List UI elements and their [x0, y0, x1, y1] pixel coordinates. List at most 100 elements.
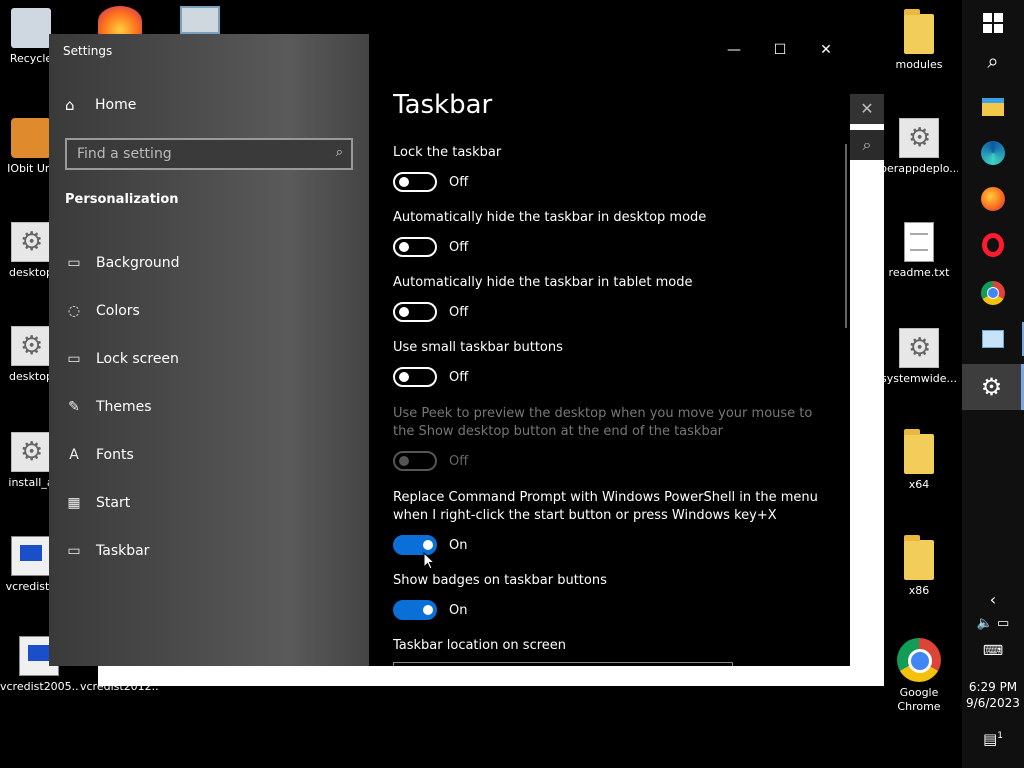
control-panel-icon [982, 330, 1004, 348]
taskbar-firefox[interactable] [962, 176, 1024, 222]
desktop-icon-perappdeploy[interactable]: perappdeplo... [880, 118, 958, 176]
section-heading: Personalization [65, 192, 179, 207]
edge-icon [981, 141, 1005, 165]
desktop-icon-x86[interactable]: x86 [880, 535, 958, 598]
taskbar-control-panel[interactable] [962, 316, 1024, 362]
taskbar-opera[interactable] [962, 222, 1024, 268]
search-icon: ⌕ [987, 49, 999, 73]
show-hidden-icons[interactable]: ‹ [962, 590, 1024, 609]
taskbar-file-explorer[interactable] [962, 84, 1024, 130]
gear-icon: ⚙ [980, 373, 1003, 401]
sidebar-item-label: Lock screen [96, 351, 179, 367]
desktop-icon-google-chrome[interactable]: Google Chrome [880, 638, 958, 714]
taskbar-settings[interactable]: ⚙ [962, 364, 1024, 410]
toggle-state: Off [449, 174, 469, 190]
toggle-peek: Off [393, 451, 468, 471]
toggle-lock-taskbar[interactable]: Off [393, 172, 468, 192]
computer-desktop-icon[interactable] [180, 6, 220, 34]
folder-icon [982, 98, 1004, 116]
toggle-switch[interactable] [393, 600, 437, 620]
firefox-icon [981, 187, 1005, 211]
taskbar: ⌕ ⚙ ‹ 🔈 ▭ ⌨ 6:29 PM 9/6/2023 ▤1 [962, 0, 1024, 768]
sidebar-item-label: Start [96, 495, 131, 511]
sidebar-item-themes[interactable]: ✎ Themes [65, 383, 345, 431]
desktop-icon-label: Google Chrome [897, 686, 941, 713]
scrollbar[interactable] [845, 144, 847, 328]
toggle-switch[interactable] [393, 172, 437, 192]
option-label: Use Peek to preview the desktop when you… [393, 406, 813, 439]
sidebar-item-background[interactable]: ▭ Background [65, 239, 345, 287]
text-file-icon [904, 222, 934, 262]
mouse-cursor-icon [423, 552, 435, 570]
sidebar-item-start[interactable]: ▦ Start [65, 479, 345, 527]
desktop-icon-label: systemwide... [880, 372, 958, 385]
page-title: Taskbar [393, 90, 493, 120]
gear-file-icon [899, 328, 939, 368]
toggle-switch[interactable] [393, 302, 437, 322]
toggle-autohide-tablet[interactable]: Off [393, 302, 468, 322]
desktop-icon-label: perappdeplo... [880, 162, 958, 175]
folder-icon [904, 9, 934, 54]
palette-icon: ◌ [67, 303, 81, 319]
desktop-icon-label: modules [895, 58, 943, 71]
option-label: Use small taskbar buttons [393, 340, 563, 355]
toggle-switch[interactable] [393, 367, 437, 387]
nav-home[interactable]: ⌂ Home [65, 96, 136, 114]
search-input[interactable] [67, 140, 317, 168]
picture-icon: ▭ [67, 255, 81, 271]
lock-app-icon [11, 118, 51, 158]
taskbar-chrome[interactable] [962, 270, 1024, 316]
option-label: Automatically hide the taskbar in tablet… [393, 275, 693, 290]
sidebar-item-colors[interactable]: ◌ Colors [65, 287, 345, 335]
lock-screen-icon: ▭ [67, 351, 81, 367]
notification-center[interactable]: ▤1 [962, 730, 1024, 748]
search-icon[interactable]: ⌕ [336, 145, 343, 160]
toggle-state: Off [449, 453, 469, 469]
search-box[interactable]: ⌕ [65, 138, 353, 170]
toggle-state: Off [449, 239, 469, 255]
gear-file-icon [11, 222, 51, 262]
toggle-switch [393, 451, 437, 471]
sidebar-item-label: Themes [96, 399, 152, 415]
keyboard-icon[interactable]: ⌨ [962, 643, 1024, 659]
clock-date[interactable]: 9/6/2023 [962, 696, 1024, 710]
start-icon: ▦ [67, 495, 81, 511]
option-label: Lock the taskbar [393, 145, 502, 160]
notification-count: 1 [997, 731, 1003, 741]
sidebar-item-taskbar[interactable]: ▭ Taskbar [65, 527, 345, 575]
close-icon[interactable]: ✕ [850, 94, 884, 124]
desktop-icon-readme[interactable]: readme.txt [880, 222, 958, 280]
toggle-small-buttons[interactable]: Off [393, 367, 468, 387]
toggle-autohide-desktop[interactable]: Off [393, 237, 468, 257]
sidebar-item-fonts[interactable]: A Fonts [65, 431, 345, 479]
fonts-icon: A [69, 447, 79, 463]
installer-icon [11, 536, 51, 576]
settings-window: Settings ⌂ Home ⌕ Personalization ▭ Back… [49, 34, 850, 666]
volume-network-icons[interactable]: 🔈 ▭ [962, 616, 1024, 631]
clock-time[interactable]: 6:29 PM [962, 680, 1024, 694]
desktop-icon-label: vcredist2005... [0, 680, 78, 693]
gear-file-icon [899, 118, 939, 158]
folder-icon [904, 535, 934, 580]
desktop-icon-modules[interactable]: modules [880, 9, 958, 72]
desktop-icon-label: readme.txt [888, 266, 950, 279]
sidebar-item-lock-screen[interactable]: ▭ Lock screen [65, 335, 345, 383]
desktop-icon-x64[interactable]: x64 [880, 429, 958, 492]
option-label: Show badges on taskbar buttons [393, 573, 607, 588]
toggle-switch[interactable] [393, 237, 437, 257]
toggle-badges[interactable]: On [393, 600, 467, 620]
sidebar-item-label: Taskbar [96, 543, 150, 559]
taskbar-edge[interactable] [962, 130, 1024, 176]
chrome-icon [897, 638, 941, 682]
desktop-icon-systemwide[interactable]: systemwide... [880, 328, 958, 386]
desktop-icon-label: x86 [908, 584, 930, 597]
recycle-bin-icon [11, 8, 51, 48]
taskbar-location-dropdown[interactable] [393, 662, 733, 666]
gear-file-icon [11, 326, 51, 366]
gear-file-icon [11, 432, 51, 472]
search-button[interactable]: ⌕ [962, 38, 1024, 84]
sidebar-item-label: Background [96, 255, 180, 271]
search-icon[interactable]: ⌕ [850, 130, 884, 160]
firefox-desktop-icon[interactable] [98, 6, 142, 36]
option-label: Automatically hide the taskbar in deskto… [393, 210, 707, 225]
